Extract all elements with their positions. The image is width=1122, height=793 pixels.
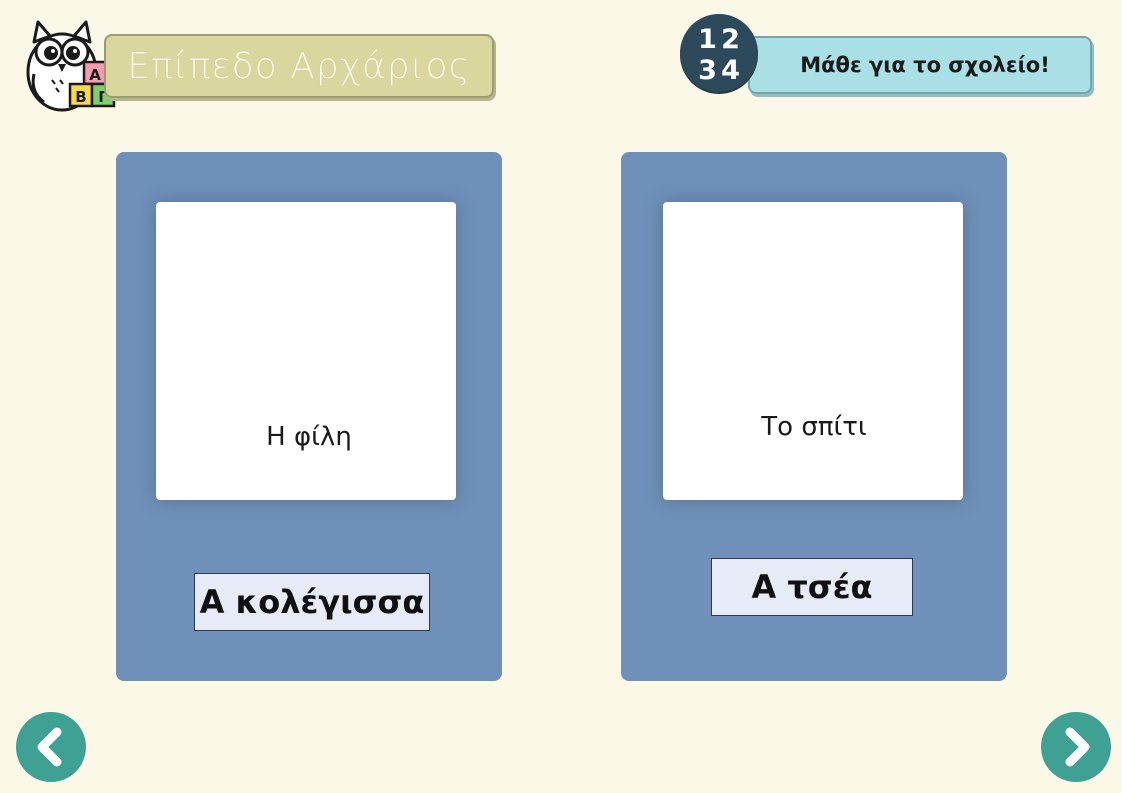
card-image: [156, 202, 456, 500]
numbers-badge: 1 2 3 4: [680, 14, 758, 92]
next-button[interactable]: [1041, 712, 1111, 782]
flashcard-left[interactable]: Η φίλη Α κολέγισσα: [116, 152, 502, 681]
badge-number-1: 1: [698, 24, 717, 55]
learn-title: Μάθε για το σχολείο!: [748, 36, 1092, 94]
card-word[interactable]: Α κολέγισσα: [194, 573, 430, 631]
block-letter-b: B: [75, 88, 86, 106]
previous-button[interactable]: [16, 712, 86, 782]
card-caption: Η φίλη: [266, 422, 352, 452]
card-caption: Το σπίτι: [761, 412, 867, 442]
level-title: Επίπεδο Αρχάριος: [104, 34, 494, 98]
badge-number-3: 3: [698, 55, 717, 86]
flashcard-right[interactable]: Το σπίτι Α τσέα: [621, 152, 1007, 681]
badge-number-4: 4: [721, 55, 740, 86]
chevron-right-icon: [1065, 727, 1090, 767]
card-image: [663, 202, 963, 500]
card-word[interactable]: Α τσέα: [711, 558, 913, 616]
chevron-left-icon: [37, 727, 62, 767]
badge-number-2: 2: [721, 24, 740, 55]
block-letter-a: A: [89, 66, 101, 84]
